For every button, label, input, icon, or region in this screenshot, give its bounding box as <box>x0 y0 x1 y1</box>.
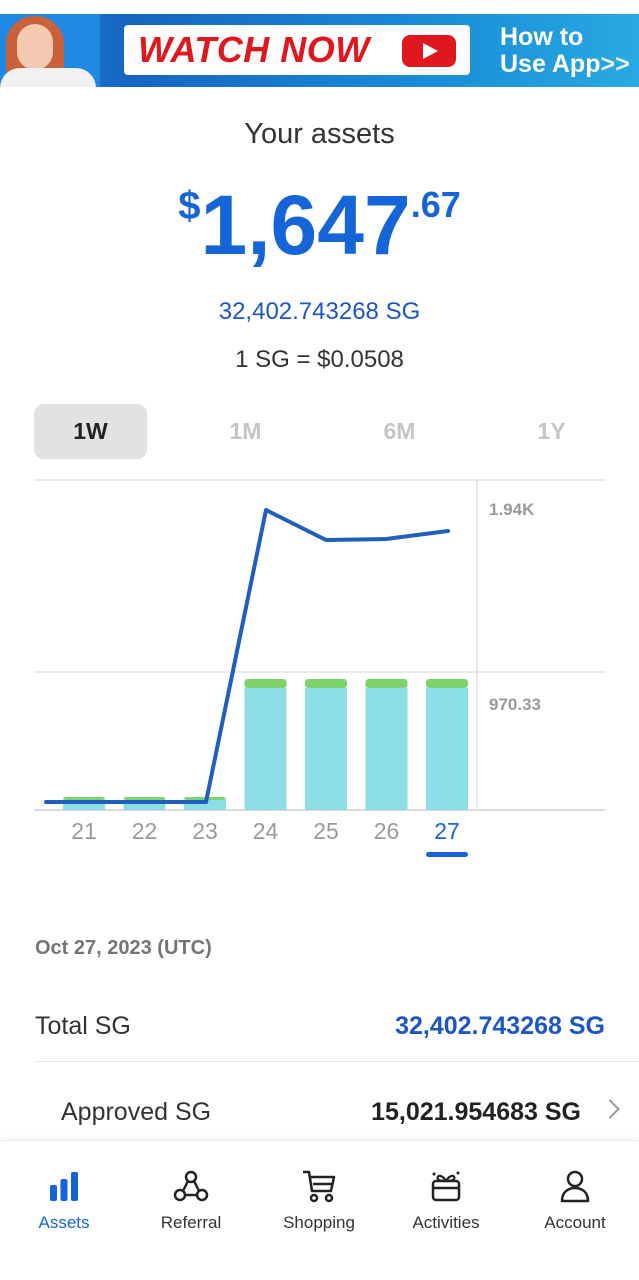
x-tick-label: 27 <box>434 818 460 844</box>
x-tick-label: 26 <box>374 818 400 844</box>
exchange-rate: 1 SG = $0.0508 <box>235 346 404 373</box>
tab-1w[interactable]: 1W <box>34 404 147 459</box>
x-tick-label: 21 <box>71 818 97 844</box>
assets-amount: $1,647.67 <box>0 180 639 270</box>
x-tick-label: 23 <box>192 818 218 844</box>
bar-top <box>63 797 105 800</box>
nav-activities[interactable]: Activities <box>382 1169 510 1233</box>
total-sg-label: Total SG <box>35 1012 131 1040</box>
bar-top <box>244 678 287 688</box>
total-sg-value: 32,402.743268 SG <box>395 1012 605 1040</box>
nav-assets-label: Assets <box>38 1213 90 1232</box>
play-icon <box>402 35 456 67</box>
assets-chart: 1.94K 970.33 21 22 23 24 25 26 27 <box>34 479 605 857</box>
tab-1y[interactable]: 1Y <box>495 404 608 459</box>
nav-referral[interactable]: Referral <box>127 1169 255 1233</box>
x-tick-label: 24 <box>253 818 279 844</box>
bar <box>244 687 287 810</box>
total-sg-row: Total SG 32,402.743268 SG <box>35 992 639 1062</box>
presenter-photo <box>0 14 100 87</box>
tab-6m[interactable]: 6M <box>343 404 456 459</box>
tab-1m[interactable]: 1M <box>189 404 302 459</box>
selected-date: Oct 27, 2023 (UTC) <box>35 937 212 959</box>
bar <box>426 687 468 810</box>
bar-chart-icon <box>50 1172 78 1201</box>
bar <box>365 687 408 810</box>
bar-top <box>305 678 347 688</box>
approved-sg-label: Approved SG <box>61 1098 212 1126</box>
cart-icon <box>303 1170 336 1203</box>
bar-top <box>365 678 408 688</box>
nav-activities-label: Activities <box>412 1213 480 1232</box>
bottom-nav: Assets Referral Shopping Activities Acco… <box>0 1140 639 1280</box>
y-tick-label: 1.94K <box>489 500 535 519</box>
nav-referral-label: Referral <box>160 1213 222 1232</box>
page-title: Your assets <box>244 118 395 150</box>
currency-symbol: $ <box>178 184 201 228</box>
nav-account[interactable]: Account <box>511 1169 639 1233</box>
nav-assets[interactable]: Assets <box>0 1169 128 1233</box>
watch-now-button[interactable]: WATCH NOW <box>124 25 470 75</box>
x-tick-label: 25 <box>313 818 339 844</box>
approved-sg-row[interactable]: Approved SG 15,021.954683 SG <box>35 1078 639 1148</box>
bar <box>305 687 347 810</box>
selected-indicator <box>426 852 468 857</box>
bar-top <box>426 678 468 688</box>
x-tick-label: 22 <box>132 818 158 844</box>
howto-line1: How to <box>500 23 584 51</box>
watch-now-label: WATCH NOW <box>138 29 370 70</box>
amount-decimal: .67 <box>410 184 461 225</box>
nav-shopping[interactable]: Shopping <box>255 1169 383 1233</box>
how-to-use-app-link[interactable]: How to Use App>> <box>500 24 630 78</box>
gift-icon <box>431 1171 461 1202</box>
howto-line2: Use App <box>500 50 601 78</box>
nav-account-label: Account <box>544 1213 606 1232</box>
promo-banner[interactable]: WATCH NOW How to Use App>> <box>0 14 639 87</box>
amount-integer: 1,647 <box>200 178 411 272</box>
approved-sg-value: 15,021.954683 SG <box>371 1098 581 1126</box>
sg-balance: 32,402.743268 SG <box>218 298 421 325</box>
nav-shopping-label: Shopping <box>283 1213 355 1232</box>
person-icon <box>560 1170 590 1203</box>
double-chevron-icon: >> <box>600 50 630 78</box>
bar-top <box>123 797 166 800</box>
chevron-right-icon <box>600 1099 620 1119</box>
referral-icon <box>173 1170 209 1202</box>
y-tick-label: 970.33 <box>489 695 541 714</box>
